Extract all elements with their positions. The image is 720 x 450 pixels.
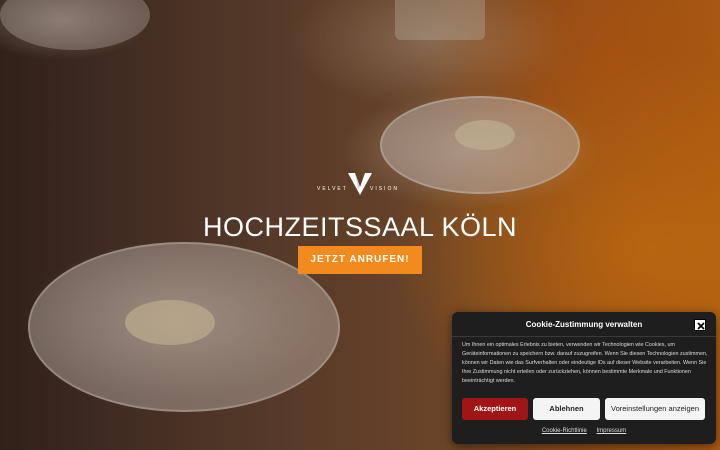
cookie-consent-dialog: Cookie-Zustimmung verwalten Um Ihnen ein… <box>452 312 716 444</box>
accept-cookies-button[interactable]: Akzeptieren <box>462 398 528 420</box>
velvet-vision-v-logo-icon <box>348 173 372 195</box>
cookie-policy-link[interactable]: Cookie-Richtlinie <box>542 428 587 434</box>
cookie-dialog-title: Cookie-Zustimmung verwalten <box>525 320 643 329</box>
logo-text-left: VELVET <box>317 186 348 192</box>
dialog-divider <box>452 336 716 337</box>
cookie-footer-links: Cookie-Richtlinie Impressum <box>452 428 716 434</box>
call-now-button[interactable]: JETZT ANRUFEN! <box>298 246 422 274</box>
imprint-link[interactable]: Impressum <box>597 428 627 434</box>
logo-text-right: VISION <box>370 186 399 192</box>
close-icon <box>697 322 705 330</box>
close-button[interactable] <box>694 319 706 331</box>
view-preferences-button[interactable]: Voreinstellungen anzeigen <box>605 398 705 420</box>
page-title: HOCHZEITSSAAL KÖLN <box>202 212 518 242</box>
site-logo[interactable]: VELVET VISION <box>315 172 405 198</box>
cookie-description: Um Ihnen ein optimales Erlebnis zu biete… <box>462 342 708 384</box>
reject-cookies-button[interactable]: Ablehnen <box>533 398 600 420</box>
